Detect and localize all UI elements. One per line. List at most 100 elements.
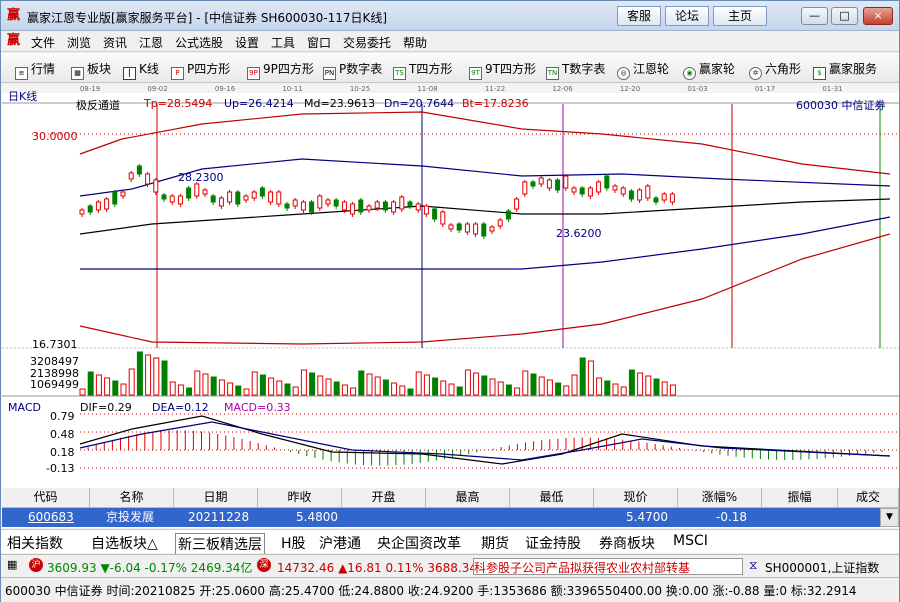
- tab-new-third-board[interactable]: 新三板精选层: [175, 533, 265, 555]
- candle-body: [259, 187, 265, 197]
- app-logo-icon: 赢: [7, 8, 21, 23]
- col-high[interactable]: 最高: [426, 488, 510, 508]
- col-amplitude[interactable]: 振幅: [762, 488, 838, 508]
- volume-bar: [350, 387, 357, 396]
- tool-hexagon[interactable]: ✡ 六角形: [749, 60, 801, 80]
- menu-help[interactable]: 帮助: [403, 34, 427, 51]
- volume-bar: [210, 376, 217, 396]
- tab-h-shares[interactable]: H股: [281, 533, 306, 553]
- news-ticker[interactable]: 科参股子公司产品拟获得农业农村部转基: [473, 558, 743, 575]
- dea-value: DEA=0.12: [152, 401, 209, 414]
- 9p-square-icon: 9P: [247, 67, 260, 80]
- tool-sector[interactable]: ▦ 板块: [71, 60, 111, 80]
- menu-trade[interactable]: 交易委托: [343, 34, 391, 51]
- volume-bar: [145, 354, 152, 396]
- sz-index-quote: 14732.46 ▲16.81 0.11% 3688.34亿: [277, 561, 490, 575]
- volume-bar: [317, 375, 324, 396]
- tab-sh-hk-connect[interactable]: 沪港通: [319, 533, 361, 553]
- volume-bar: [309, 372, 316, 396]
- bt-band-line: [79, 233, 891, 345]
- tab-related-index[interactable]: 相关指数: [7, 533, 63, 553]
- menu-tools[interactable]: 工具: [271, 34, 295, 51]
- dif-value: DIF=0.29: [80, 401, 132, 414]
- dn-value: Dn=20.7644: [384, 97, 455, 110]
- index-tool-icon[interactable]: ⧖: [749, 558, 757, 573]
- tool-p-square[interactable]: P P四方形: [171, 60, 230, 80]
- tool-9t-square[interactable]: 9T 9T四方形: [469, 60, 536, 80]
- col-price[interactable]: 现价: [594, 488, 678, 508]
- tab-csf-holdings[interactable]: 证金持股: [525, 533, 581, 553]
- chart-area[interactable]: 08-19 09-02 09-16 10-11 10-25 11-08 11-22 12-06…: [2, 84, 899, 488]
- date-tick: 10-25: [350, 85, 370, 93]
- volume-bar: [333, 381, 340, 396]
- row-prev-close: 5.4800: [296, 510, 338, 524]
- tab-broker-sector[interactable]: 券商板块: [599, 533, 655, 553]
- menu-info[interactable]: 资讯: [103, 34, 127, 51]
- candle-body: [95, 201, 101, 211]
- date-tick: 01-03: [687, 85, 707, 93]
- table-scroll-down-icon[interactable]: ▼: [880, 508, 899, 527]
- close-button[interactable]: ×: [863, 7, 893, 25]
- menu-window[interactable]: 窗口: [307, 34, 331, 51]
- sector-icon: ▦: [71, 67, 84, 80]
- menu-settings[interactable]: 设置: [235, 34, 259, 51]
- stock-name: 600030 中信证券: [796, 99, 886, 112]
- kline-chart[interactable]: 08-19 09-02 09-16 10-11 10-25 11-08 11-22 12-06…: [2, 84, 899, 488]
- tool-gann-wheel[interactable]: ◎ 江恩轮: [617, 60, 669, 80]
- volume-bar: [497, 381, 504, 396]
- tab-watchlist[interactable]: 自选板块△: [91, 533, 158, 553]
- volume-bar: [79, 388, 86, 396]
- tool-winner-wheel[interactable]: ◉ 赢家轮: [683, 60, 735, 80]
- candle-body: [202, 189, 208, 195]
- volume-bar: [587, 360, 594, 396]
- menu-file[interactable]: 文件: [31, 34, 55, 51]
- col-code[interactable]: 代码: [2, 488, 90, 508]
- col-name[interactable]: 名称: [90, 488, 174, 508]
- col-open[interactable]: 开盘: [342, 488, 426, 508]
- forum-button[interactable]: 论坛: [665, 6, 709, 26]
- col-volume[interactable]: 成交: [838, 488, 899, 508]
- candle-body: [423, 205, 429, 215]
- quote-table[interactable]: 代码 名称 日期 昨收 开盘 最高 最低 现价 涨幅% 振幅 成交 600683…: [2, 488, 899, 528]
- candle-body: [169, 195, 175, 203]
- quote-icon: ≡: [15, 67, 28, 80]
- col-date[interactable]: 日期: [174, 488, 258, 508]
- macd-value: MACD=0.33: [224, 401, 291, 414]
- tp-band-line: [79, 111, 891, 175]
- minimize-button[interactable]: —: [801, 7, 828, 25]
- maximize-button[interactable]: □: [831, 7, 858, 25]
- candle-body: [391, 201, 397, 213]
- row-code[interactable]: 600683: [28, 508, 74, 527]
- ticker-settings-icon[interactable]: ▦: [7, 558, 17, 571]
- candle-body: [612, 185, 618, 191]
- candle-body: [79, 209, 85, 215]
- tab-msci[interactable]: MSCI: [673, 533, 708, 549]
- tool-quote[interactable]: ≡ 行情: [15, 60, 55, 80]
- col-change[interactable]: 涨幅%: [678, 488, 762, 508]
- col-low[interactable]: 最低: [510, 488, 594, 508]
- candle-body: [637, 189, 643, 201]
- menu-formula[interactable]: 公式选股: [175, 34, 223, 51]
- tab-futures[interactable]: 期货: [481, 533, 509, 553]
- tool-service[interactable]: $ 赢家服务: [813, 60, 877, 80]
- customer-service-button[interactable]: 客服: [617, 6, 661, 26]
- col-prev-close[interactable]: 昨收: [258, 488, 342, 508]
- menu-browse[interactable]: 浏览: [67, 34, 91, 51]
- tool-p-number[interactable]: PN P数字表: [323, 60, 382, 80]
- candle-body: [505, 210, 511, 220]
- candle-body: [145, 173, 151, 185]
- home-button[interactable]: 主页: [713, 6, 767, 26]
- tool-kline[interactable]: ┃ K线: [123, 60, 159, 80]
- candle-body: [604, 175, 610, 189]
- date-tick: 12-06: [552, 85, 573, 93]
- menu-gann[interactable]: 江恩: [139, 34, 163, 51]
- tab-soe-reform[interactable]: 央企国资改革: [377, 533, 461, 553]
- toolbar: ≡ 行情 ▦ 板块 ┃ K线 P P四方形 9P 9P四方形 PN P数字表 TS T四方形 …: [1, 53, 899, 83]
- tool-t-square[interactable]: TS T四方形: [393, 60, 452, 80]
- tool-9p-square[interactable]: 9P 9P四方形: [247, 60, 314, 80]
- volume-bar: [292, 386, 299, 396]
- volume-bar: [571, 374, 578, 396]
- date-tick: 09-16: [215, 85, 236, 93]
- table-row[interactable]: 600683 京投发展 20211228 5.4800 5.4700 -0.18: [2, 508, 880, 527]
- tool-t-number[interactable]: TN T数字表: [546, 60, 605, 80]
